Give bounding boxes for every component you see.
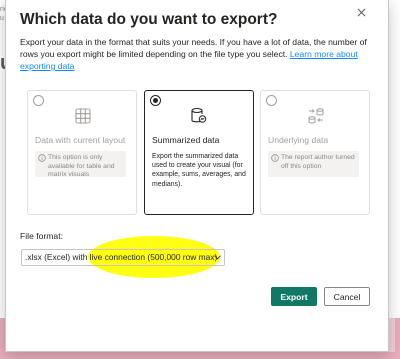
close-button[interactable] (351, 2, 371, 22)
info-icon (38, 154, 46, 162)
file-format-label: File format: (20, 231, 63, 241)
radio-selected-dot (153, 98, 158, 103)
option-note-text: This option is only available for table … (48, 154, 115, 178)
option-note-text: The report author turned off this option (281, 154, 355, 170)
close-icon (357, 8, 365, 16)
dialog-title: Which data do you want to export? (20, 11, 278, 28)
radio-current-layout[interactable] (33, 95, 44, 106)
file-format-value: .xlsx (Excel) with live connection (500,… (25, 252, 218, 262)
database-summary-icon (191, 107, 207, 123)
option-card-current-layout[interactable]: Data with current layout This option is … (27, 90, 137, 215)
chevron-down-icon (214, 255, 221, 260)
option-title: Underlying data (268, 135, 329, 145)
option-description: Export the summarized data used to creat… (152, 153, 246, 188)
table-grid-icon (75, 108, 91, 124)
cancel-button[interactable]: Cancel (324, 287, 370, 306)
dialog-description: Export your data in the format that suit… (20, 36, 380, 72)
option-card-summarized-data[interactable]: Summarized data Export the summarized da… (144, 90, 254, 215)
export-data-dialog: Which data do you want to export? Export… (5, 0, 389, 352)
option-title: Summarized data (152, 135, 220, 145)
data-relationships-icon (308, 108, 324, 124)
option-note: This option is only available for table … (35, 151, 126, 178)
option-note: The report author turned off this option (268, 151, 359, 177)
radio-summarized-data[interactable] (150, 95, 161, 106)
radio-underlying-data[interactable] (266, 95, 277, 106)
file-format-dropdown[interactable]: .xlsx (Excel) with live connection (500,… (21, 249, 225, 266)
info-icon (271, 154, 279, 162)
export-button[interactable]: Export (271, 287, 317, 306)
option-card-underlying-data[interactable]: Underlying data The report author turned… (260, 90, 370, 215)
option-title: Data with current layout (35, 135, 126, 145)
